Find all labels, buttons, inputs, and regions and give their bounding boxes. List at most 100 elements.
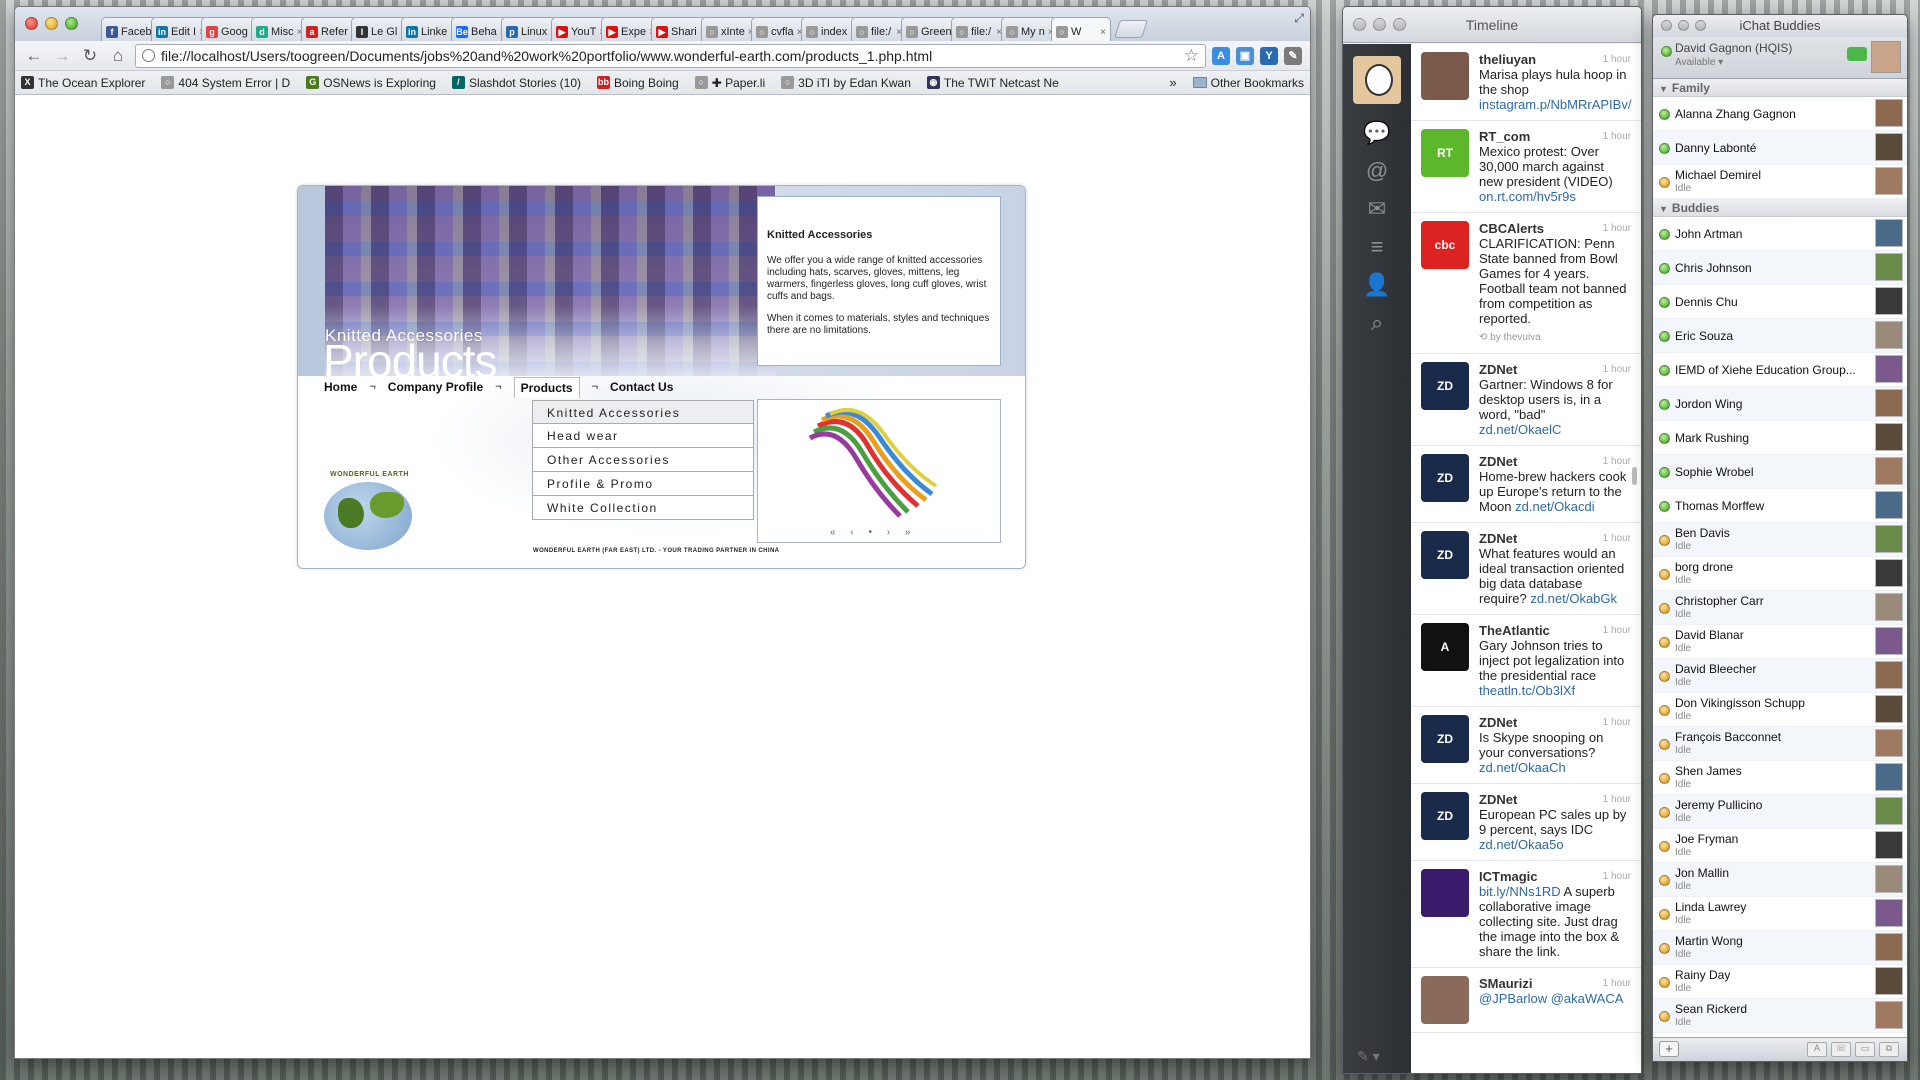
tweet-avatar[interactable]: cbc xyxy=(1421,221,1469,269)
tweet-avatar[interactable] xyxy=(1421,869,1469,917)
browser-tab[interactable]: ○ file:/× xyxy=(851,17,907,41)
bookmark-star-icon[interactable]: ☆ xyxy=(1184,46,1199,66)
tweet-link[interactable]: zd.net/OkaaCh xyxy=(1479,760,1566,775)
tweet-list[interactable]: theliuyan Marisa plays hula hoop in the s… xyxy=(1411,44,1641,1073)
bookmark-item[interactable]: ○ 3D iTI by Edan Kwan xyxy=(781,76,911,90)
my-avatar[interactable] xyxy=(1871,41,1901,73)
fullscreen-icon[interactable]: ⤢ xyxy=(1294,11,1304,26)
bookmark-item[interactable]: bb Boing Boing xyxy=(597,76,679,90)
reload-button[interactable]: ↻ xyxy=(79,45,101,67)
status-dropdown[interactable]: Available ▾ xyxy=(1675,57,1723,68)
audio-chat-icon[interactable]: ☏ xyxy=(1831,1042,1851,1057)
buddy-row[interactable]: Alanna Zhang Gagnon xyxy=(1653,97,1907,131)
screen-share-icon[interactable]: ⧉ xyxy=(1879,1042,1899,1057)
tweet[interactable]: ZD ZDNet European PC sales up by 9 percent… xyxy=(1411,784,1641,861)
buddy-group-header[interactable]: ▼ Buddies xyxy=(1653,199,1907,217)
browser-tab[interactable]: ▶Shari× xyxy=(651,17,707,41)
buddy-row[interactable]: François Bacconnet Idle xyxy=(1653,727,1907,761)
tweet-link[interactable]: bit.ly/NNs1RD xyxy=(1479,884,1564,899)
browser-tab[interactable]: ○xInte× xyxy=(701,17,757,41)
nav-products[interactable]: Products xyxy=(513,376,580,398)
tweet-link[interactable]: instagram.p/NbMRrAPIBv/ xyxy=(1479,97,1631,112)
buddy-row[interactable]: Rainy Day Idle xyxy=(1653,965,1907,999)
video-chat-icon[interactable]: ▭ xyxy=(1855,1042,1875,1057)
submenu-white-collection[interactable]: White Collection xyxy=(532,496,754,520)
browser-tab[interactable]: ○ W × xyxy=(1051,17,1111,41)
bookmark-item[interactable]: ◉ The TWiT Netcast Ne xyxy=(926,76,1059,90)
tweet-avatar[interactable]: ZD xyxy=(1421,715,1469,763)
tweet[interactable]: ZD ZDNet Gartner: Windows 8 for desktop us… xyxy=(1411,354,1641,446)
buddy-row[interactable]: David Blanar Idle xyxy=(1653,625,1907,659)
browser-tab[interactable]: gGoog× xyxy=(201,17,257,41)
tweet[interactable]: theliuyan Marisa plays hula hoop in the s… xyxy=(1411,44,1641,121)
tweet[interactable]: RT RT_com Mexico protest: Over 30,000 marc… xyxy=(1411,121,1641,213)
buddy-row[interactable]: Mark Rushing xyxy=(1653,421,1907,455)
tweet[interactable]: ZD ZDNet Home-brew hackers cook up Europe'… xyxy=(1411,446,1641,523)
buddy-row[interactable]: Christopher Carr Idle xyxy=(1653,591,1907,625)
tweet-avatar[interactable] xyxy=(1421,52,1469,100)
tweet-link[interactable]: zd.net/OkabGk xyxy=(1530,591,1617,606)
bookmark-item[interactable]: X The Ocean Explorer xyxy=(21,76,145,90)
tweet-avatar[interactable]: A xyxy=(1421,623,1469,671)
tweet-avatar[interactable]: ZD xyxy=(1421,792,1469,840)
tweet[interactable]: A TheAtlantic Gary Johnson tries to inject… xyxy=(1411,615,1641,707)
video-camera-icon[interactable] xyxy=(1847,47,1867,61)
buddy-row[interactable]: Sophie Wrobel xyxy=(1653,455,1907,489)
bookmark-item[interactable]: ○ ✚ Paper.li xyxy=(694,76,765,90)
browser-tab[interactable]: pLinux× xyxy=(501,17,557,41)
image-pager[interactable]: « ‹ • › » xyxy=(830,527,916,538)
browser-tab[interactable]: ▶Expe× xyxy=(601,17,657,41)
buddy-row[interactable]: Ben Davis Idle xyxy=(1653,523,1907,557)
bookmark-item[interactable]: / Slashdot Stories (10) xyxy=(451,76,581,90)
buddy-row[interactable]: Danny Labonté xyxy=(1653,131,1907,165)
bookmarks-overflow-button[interactable]: » xyxy=(1169,75,1176,90)
close-window-button[interactable] xyxy=(25,17,38,30)
tweet[interactable]: SMaurizi @JPBarlow @akaWACA 1 hour xyxy=(1411,968,1641,1033)
buddy-row[interactable]: Michael Demirel Idle xyxy=(1653,165,1907,199)
browser-tab[interactable]: ○My n× xyxy=(1001,17,1057,41)
lists-icon[interactable]: ≡ xyxy=(1343,228,1411,266)
browser-tab[interactable]: inEdit I× xyxy=(151,17,207,41)
buddy-row[interactable]: John Artman xyxy=(1653,217,1907,251)
tweet-avatar[interactable]: ZD xyxy=(1421,362,1469,410)
buddy-group-header[interactable]: ▼ Family xyxy=(1653,79,1907,97)
browser-tab[interactable]: lLe Gl× xyxy=(351,17,407,41)
add-buddy-button[interactable]: + xyxy=(1659,1041,1679,1057)
browser-tab[interactable]: inLinke× xyxy=(401,17,457,41)
buddy-row[interactable]: Shen James Idle xyxy=(1653,761,1907,795)
tweet-link[interactable]: theatln.tc/Ob3lXf xyxy=(1479,683,1575,698)
browser-tab[interactable]: ○ file:/× xyxy=(951,17,1007,41)
tab-close-icon[interactable]: × xyxy=(1100,27,1106,38)
tweet-avatar[interactable] xyxy=(1421,976,1469,1024)
minimize-window-button[interactable] xyxy=(1373,18,1386,31)
disclosure-triangle-icon[interactable]: ▼ xyxy=(1659,204,1668,214)
forward-button[interactable]: → xyxy=(51,45,73,67)
scrollbar[interactable] xyxy=(1632,467,1637,485)
buddy-row[interactable]: Dennis Chu xyxy=(1653,285,1907,319)
wonderful-earth-logo[interactable]: WONDERFUL EARTH xyxy=(324,471,412,550)
buddy-row[interactable]: David Bleecher Idle xyxy=(1653,659,1907,693)
minimize-window-button[interactable] xyxy=(45,17,58,30)
buddy-row[interactable]: Chris Johnson xyxy=(1653,251,1907,285)
scarf-product-image[interactable] xyxy=(808,406,938,521)
browser-tab[interactable]: aRefer× xyxy=(301,17,357,41)
browser-tab[interactable]: ○index× xyxy=(801,17,857,41)
submenu-profile-promo[interactable]: Profile & Promo xyxy=(532,472,754,496)
profile-icon[interactable]: 👤 xyxy=(1343,266,1411,304)
buddy-row[interactable]: Eric Souza xyxy=(1653,319,1907,353)
url-text[interactable]: file://localhost/Users/toogreen/Document… xyxy=(161,48,1178,64)
buddy-row[interactable]: Sean Rickerd Idle xyxy=(1653,999,1907,1033)
submenu-knitted-accessories[interactable]: Knitted Accessories xyxy=(532,400,754,424)
browser-tab[interactable]: fFaceb× xyxy=(101,17,157,41)
search-icon[interactable]: ⌕ xyxy=(1343,304,1411,342)
submenu-other-accessories[interactable]: Other Accessories xyxy=(532,448,754,472)
tweet-link[interactable]: @JPBarlow @akaWACA xyxy=(1479,991,1623,1006)
tweet[interactable]: ICTmagic bit.ly/NNs1RD A superb collabora… xyxy=(1411,861,1641,968)
tweet[interactable]: ZD ZDNet What features would an ideal tran… xyxy=(1411,523,1641,615)
new-tab-button[interactable] xyxy=(1114,20,1148,38)
close-window-button[interactable] xyxy=(1661,20,1672,31)
home-button[interactable]: ⌂ xyxy=(107,45,129,67)
browser-tab[interactable]: ▶YouT× xyxy=(551,17,607,41)
bookmark-item[interactable]: G OSNews is Exploring xyxy=(306,76,436,90)
bookmark-item[interactable]: ○ 404 System Error | D xyxy=(161,76,290,90)
